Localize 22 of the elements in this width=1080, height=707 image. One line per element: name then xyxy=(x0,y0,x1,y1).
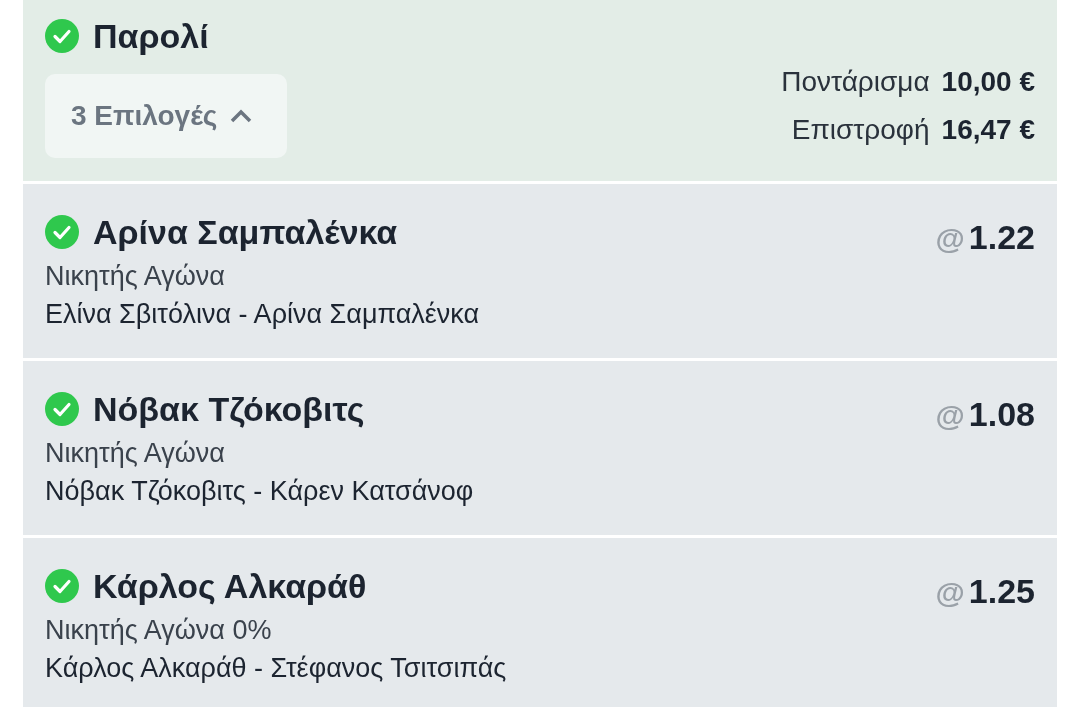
total-label: Ποντάρισμα xyxy=(781,65,930,99)
market-label: Νικητής Αγώνα xyxy=(45,437,226,470)
slip-title: Παρολί xyxy=(93,16,209,57)
selections-toggle[interactable]: 3 Επιλογές xyxy=(45,74,287,158)
selection-name: Νόβακ Τζόκοβιτς xyxy=(93,389,365,429)
odds-value: 1.22 xyxy=(968,217,1035,258)
at-sign: @ xyxy=(935,575,965,611)
selection-name: Κάρλος Αλκαράθ xyxy=(93,566,367,606)
chevron-up-icon xyxy=(229,108,254,124)
at-sign: @ xyxy=(935,398,965,434)
event-label: Κάρλος Αλκαράθ - Στέφανος Τσιτσιπάς xyxy=(45,652,507,685)
odds-value: 1.25 xyxy=(968,571,1035,612)
event-label: Ελίνα Σβιτόλινα - Αρίνα Σαμπαλένκα xyxy=(45,298,480,331)
at-sign: @ xyxy=(935,221,965,257)
total-value: 16,47 € xyxy=(941,113,1035,147)
odds-value: 1.08 xyxy=(968,394,1035,435)
market-label: Νικητής Αγώνα xyxy=(45,260,226,293)
event-label: Νόβακ Τζόκοβιτς - Κάρεν Κατσάνοφ xyxy=(45,475,474,508)
total-label: Επιστροφή xyxy=(791,113,930,147)
selection-name: Αρίνα Σαμπαλένκα xyxy=(93,212,398,252)
market-label: Νικητής Αγώνα 0% xyxy=(45,614,273,647)
total-value: 10,00 € xyxy=(941,65,1035,99)
